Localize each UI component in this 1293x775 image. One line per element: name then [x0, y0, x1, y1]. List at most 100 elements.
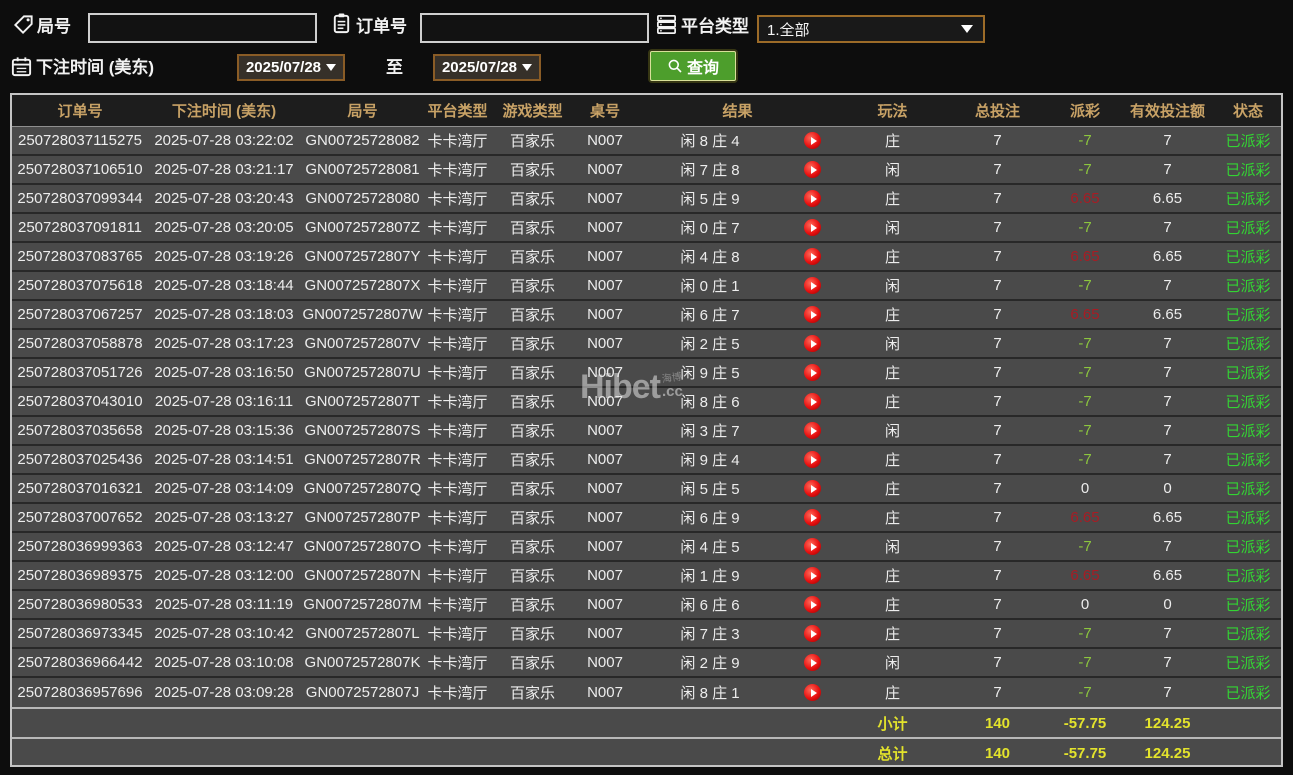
- cell-valid-bet: 7: [1120, 533, 1215, 560]
- cell-replay: [785, 330, 840, 357]
- cell-result: 闲 9 庄 5: [635, 359, 785, 386]
- cell-replay: [785, 359, 840, 386]
- replay-button[interactable]: [804, 480, 821, 497]
- cell-platform-type: 卡卡湾厅: [425, 620, 490, 647]
- cell-valid-bet: 7: [1120, 446, 1215, 473]
- table-row: 250728037099344 2025-07-28 03:20:43 GN00…: [12, 185, 1281, 214]
- cell-payout: -7: [1050, 446, 1120, 473]
- replay-button[interactable]: [804, 422, 821, 439]
- play-icon: [811, 630, 817, 638]
- cell-result: 闲 4 庄 8: [635, 243, 785, 270]
- cell-table-no: N007: [575, 330, 635, 357]
- cell-status: 已派彩: [1215, 272, 1281, 299]
- subtotal-spacer: [12, 709, 840, 737]
- cell-game-no: GN0072572807L: [300, 620, 425, 647]
- replay-button[interactable]: [804, 248, 821, 265]
- cell-valid-bet: 7: [1120, 272, 1215, 299]
- cell-table-no: N007: [575, 475, 635, 502]
- cell-valid-bet: 7: [1120, 330, 1215, 357]
- cell-play-type: 闲: [840, 214, 945, 241]
- col-header-game-type: 游戏类型: [490, 95, 575, 126]
- replay-button[interactable]: [804, 132, 821, 149]
- play-icon: [811, 137, 817, 145]
- replay-button[interactable]: [804, 190, 821, 207]
- replay-button[interactable]: [804, 219, 821, 236]
- cell-game-type: 百家乐: [490, 301, 575, 328]
- play-icon: [811, 601, 817, 609]
- cell-result: 闲 3 庄 7: [635, 417, 785, 444]
- order-no-input[interactable]: [420, 13, 649, 43]
- date-to-select[interactable]: 2025/07/28: [433, 54, 541, 81]
- table-row: 250728037075618 2025-07-28 03:18:44 GN00…: [12, 272, 1281, 301]
- cell-platform-type: 卡卡湾厅: [425, 417, 490, 444]
- replay-button[interactable]: [804, 625, 821, 642]
- cell-total-bet: 7: [945, 649, 1050, 676]
- cell-total-bet: 7: [945, 446, 1050, 473]
- cell-table-no: N007: [575, 678, 635, 707]
- cell-play-type: 闲: [840, 533, 945, 560]
- cell-status: 已派彩: [1215, 504, 1281, 531]
- cell-payout: 0: [1050, 591, 1120, 618]
- cell-status: 已派彩: [1215, 533, 1281, 560]
- cell-valid-bet: 7: [1120, 678, 1215, 707]
- cell-platform-type: 卡卡湾厅: [425, 591, 490, 618]
- cell-valid-bet: 7: [1120, 156, 1215, 183]
- cell-replay: [785, 127, 840, 154]
- search-icon: [667, 58, 683, 74]
- replay-button[interactable]: [804, 393, 821, 410]
- cell-total-bet: 7: [945, 214, 1050, 241]
- cell-result: 闲 6 庄 7: [635, 301, 785, 328]
- col-header-bet-time: 下注时间 (美东): [148, 95, 300, 126]
- date-from-select[interactable]: 2025/07/28: [237, 54, 345, 81]
- cell-result: 闲 6 庄 9: [635, 504, 785, 531]
- replay-button[interactable]: [804, 538, 821, 555]
- search-button-label: 查询: [687, 54, 719, 78]
- replay-button[interactable]: [804, 509, 821, 526]
- cell-status: 已派彩: [1215, 475, 1281, 502]
- replay-button[interactable]: [804, 567, 821, 584]
- replay-button[interactable]: [804, 335, 821, 352]
- play-icon: [811, 253, 817, 261]
- platform-type-label: 平台类型: [681, 13, 749, 41]
- cell-bet-time: 2025-07-28 03:16:50: [148, 359, 300, 386]
- cell-valid-bet: 6.65: [1120, 562, 1215, 589]
- replay-button[interactable]: [804, 306, 821, 323]
- cell-bet-time: 2025-07-28 03:09:28: [148, 678, 300, 707]
- game-no-input[interactable]: [88, 13, 317, 43]
- cell-payout: -7: [1050, 127, 1120, 154]
- chevron-down-icon: [522, 64, 532, 71]
- cell-game-no: GN00725728081: [300, 156, 425, 183]
- cell-bet-time: 2025-07-28 03:13:27: [148, 504, 300, 531]
- cell-total-bet: 7: [945, 243, 1050, 270]
- replay-button[interactable]: [804, 277, 821, 294]
- cell-order-no: 250728036966442: [12, 649, 148, 676]
- platform-select[interactable]: 1.全部: [757, 15, 985, 43]
- replay-button[interactable]: [804, 451, 821, 468]
- cell-game-type: 百家乐: [490, 185, 575, 212]
- cell-bet-time: 2025-07-28 03:22:02: [148, 127, 300, 154]
- cell-payout: -7: [1050, 620, 1120, 647]
- cell-table-no: N007: [575, 185, 635, 212]
- cell-play-type: 庄: [840, 446, 945, 473]
- play-icon: [811, 427, 817, 435]
- replay-button[interactable]: [804, 364, 821, 381]
- cell-platform-type: 卡卡湾厅: [425, 446, 490, 473]
- platform-select-value: 1.全部: [767, 19, 810, 40]
- search-button[interactable]: 查询: [650, 51, 736, 81]
- cell-valid-bet: 7: [1120, 359, 1215, 386]
- cell-result: 闲 6 庄 6: [635, 591, 785, 618]
- cell-play-type: 庄: [840, 359, 945, 386]
- cell-platform-type: 卡卡湾厅: [425, 272, 490, 299]
- cell-order-no: 250728037115275: [12, 127, 148, 154]
- cell-play-type: 庄: [840, 620, 945, 647]
- replay-button[interactable]: [804, 596, 821, 613]
- cell-game-no: GN0072572807O: [300, 533, 425, 560]
- cell-order-no: 250728036973345: [12, 620, 148, 647]
- replay-button[interactable]: [804, 654, 821, 671]
- cell-platform-type: 卡卡湾厅: [425, 156, 490, 183]
- bet-records-table: 订单号 下注时间 (美东) 局号 平台类型 游戏类型 桌号 结果 玩法 总投注 …: [10, 93, 1283, 767]
- play-icon: [811, 369, 817, 377]
- cell-payout: -7: [1050, 330, 1120, 357]
- replay-button[interactable]: [804, 684, 821, 701]
- replay-button[interactable]: [804, 161, 821, 178]
